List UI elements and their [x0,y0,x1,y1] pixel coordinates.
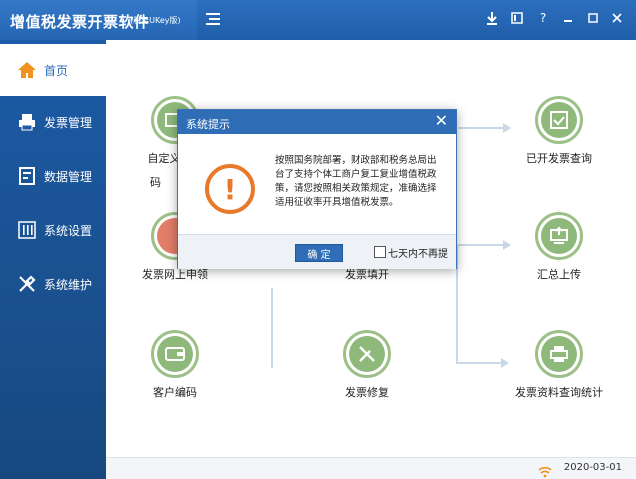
dialog-title: 系统提示 [186,118,230,131]
checkbox-label: 七天内不再提 [388,249,448,260]
dialog-message: 按照国务院部署，财政部和税务总局出台了支持个体工商户复工复业增值税政策，请您按照… [275,155,437,208]
ok-button[interactable]: 确 定 [295,244,343,262]
system-prompt-dialog: 系统提示 ✕ ! 按照国务院部署，财政部和税务总局出台了支持个体工商户复工复业增… [177,109,457,269]
dont-show-checkbox[interactable] [374,246,386,258]
dialog-body: ! 按照国务院部署，财政部和税务总局出台了支持个体工商户复工复业增值税政策，请您… [178,134,456,234]
warning-icon: ! [205,164,255,214]
dialog-footer: 确 定 七天内不再提 [178,234,456,269]
close-icon[interactable]: ✕ [435,112,448,130]
dialog-header: 系统提示 ✕ [178,110,456,134]
